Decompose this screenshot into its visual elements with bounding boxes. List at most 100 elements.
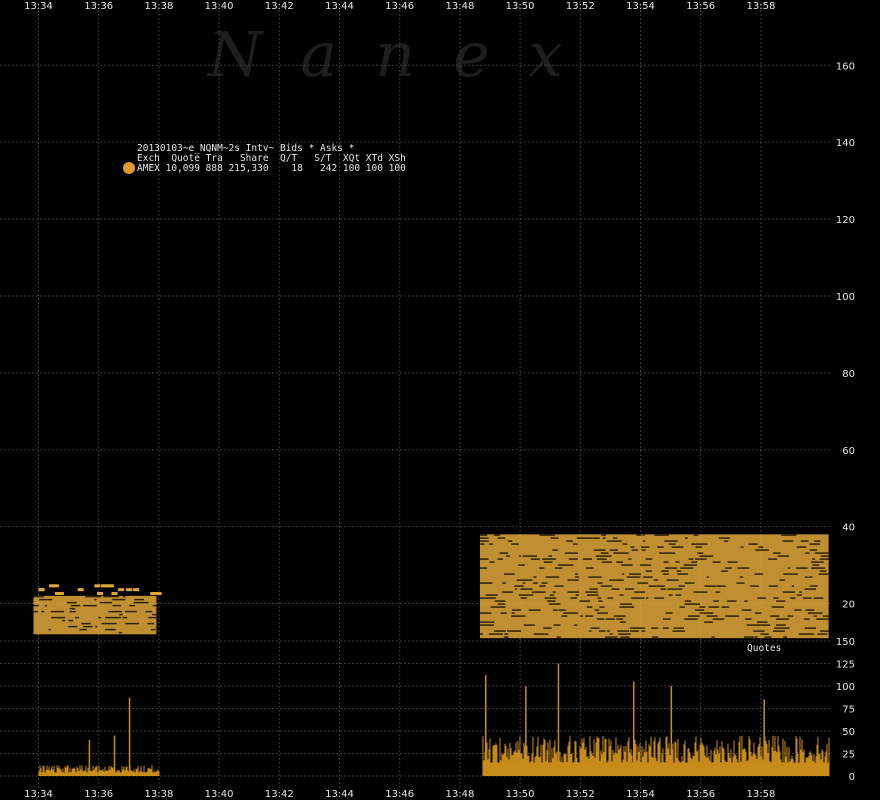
quote-gap	[543, 561, 553, 563]
quote-gap	[607, 630, 611, 632]
quote-gap	[552, 549, 558, 551]
quote-gap	[727, 561, 738, 563]
quote-gap	[479, 624, 494, 626]
quote-gap	[553, 609, 558, 611]
quote-gap	[572, 543, 578, 545]
quote-gap	[489, 543, 493, 545]
volume-bar	[66, 765, 68, 776]
quote-gap	[497, 603, 506, 605]
quote-gap	[606, 540, 622, 542]
volume-bar	[504, 743, 506, 776]
volume-bar	[140, 765, 142, 776]
volume-bar	[777, 736, 779, 776]
quote-gap	[85, 595, 102, 598]
volume-bar	[486, 742, 488, 776]
volume-bar	[814, 764, 816, 776]
quote-gap	[530, 558, 540, 560]
quote-gap	[563, 612, 579, 614]
quote-gap	[672, 630, 685, 632]
quote-gap	[523, 624, 535, 626]
quote-gap	[654, 534, 669, 536]
quote-gap	[489, 561, 495, 563]
quote-gap	[590, 627, 600, 629]
quote-gap	[691, 561, 698, 563]
volume-bar	[782, 738, 784, 776]
volume-bar	[110, 765, 112, 776]
quote-gap	[642, 534, 645, 536]
volume-bar	[119, 772, 121, 776]
volume-bar	[99, 769, 101, 776]
volume-bar	[511, 755, 513, 776]
quote-gap	[586, 594, 599, 596]
volume-bar	[136, 768, 138, 776]
quote-gap	[79, 628, 88, 631]
quote-gap	[805, 576, 808, 578]
volume-bar	[767, 753, 769, 776]
quote-gap	[533, 582, 538, 584]
volume-bar	[142, 772, 144, 776]
quote-gap	[69, 607, 76, 610]
volume-bar	[148, 767, 150, 776]
quote-gap	[620, 603, 633, 605]
quote-mark	[150, 592, 157, 596]
x-tick-top: 13:36	[84, 1, 113, 12]
volume-bar	[808, 755, 810, 776]
x-tick-bottom: 13:54	[626, 789, 655, 800]
volume-bar	[688, 747, 690, 776]
quote-gap	[636, 534, 642, 536]
volume-bar	[505, 745, 507, 776]
quote-gap	[804, 588, 817, 590]
volume-bar	[93, 770, 95, 776]
quote-gap	[518, 594, 534, 596]
quote-gap	[479, 558, 489, 560]
volume-bar	[579, 746, 581, 776]
quote-gap	[653, 579, 659, 581]
quote-gap	[612, 537, 618, 539]
volume-bar	[528, 755, 530, 776]
volume-bar	[727, 743, 729, 776]
quote-gap	[576, 537, 593, 539]
volume-bar	[752, 753, 754, 776]
volume-bar	[699, 744, 701, 776]
quote-gap	[574, 573, 579, 575]
quote-gap	[501, 591, 514, 593]
quote-gap	[800, 540, 809, 542]
volume-bar	[130, 770, 132, 776]
quote-gap	[637, 582, 649, 584]
volume-bar	[740, 761, 742, 776]
volume-bar	[672, 743, 674, 776]
quote-gap	[515, 588, 518, 590]
x-tick-bottom: 13:34	[24, 789, 53, 800]
quote-gap	[575, 594, 579, 596]
volume-bar	[635, 744, 637, 776]
volume-bar	[675, 742, 677, 776]
volume-bar	[43, 766, 45, 776]
volume-bar	[820, 759, 822, 776]
y-tick-volume: 50	[842, 727, 855, 738]
x-tick-bottom: 13:58	[746, 789, 775, 800]
quote-gap	[758, 624, 771, 626]
volume-bar	[754, 753, 756, 776]
volume-bar	[753, 742, 755, 776]
quote-gap	[645, 570, 652, 572]
volume-bar	[818, 754, 820, 776]
quote-gap	[688, 615, 700, 617]
volume-bar	[731, 763, 733, 776]
volume-bar	[677, 738, 679, 776]
volume-bar	[673, 763, 675, 776]
volume-bar	[543, 738, 545, 776]
volume-bar	[800, 749, 802, 776]
volume-peak	[670, 686, 673, 776]
volume-bar	[595, 742, 597, 776]
y-tick-quotes: 100	[836, 292, 855, 303]
quote-gap	[739, 576, 744, 578]
x-tick-top: 13:42	[265, 1, 294, 12]
volume-bar	[757, 746, 759, 776]
volume-bar	[75, 772, 77, 776]
volume-bar	[145, 772, 147, 776]
quote-gap	[543, 627, 552, 629]
volume-bar	[554, 740, 556, 776]
volume-bar	[654, 737, 656, 776]
volume-bar	[112, 767, 114, 776]
volume-bar	[127, 770, 129, 776]
